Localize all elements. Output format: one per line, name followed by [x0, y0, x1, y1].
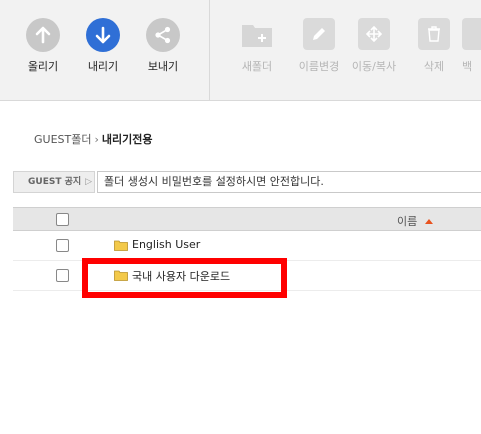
folder-name[interactable]: English User	[132, 238, 200, 251]
notice-arrow-icon: ▷	[85, 177, 93, 187]
breadcrumb-separator: ›	[94, 133, 99, 146]
name-column-label: 이름	[397, 215, 418, 228]
trash-icon	[418, 18, 450, 50]
rename-button[interactable]: 이름변경	[292, 18, 346, 74]
table-row[interactable]: English User	[13, 231, 481, 261]
move-copy-button[interactable]: 이동/복사	[347, 18, 401, 74]
download-button[interactable]: 내리기	[78, 18, 128, 74]
row-checkbox[interactable]	[56, 269, 69, 282]
pencil-icon	[303, 18, 335, 50]
select-all-checkbox[interactable]	[56, 213, 69, 226]
breadcrumb-current: 내리기전용	[101, 133, 153, 146]
backup-icon	[462, 18, 481, 50]
notice-tag: GUEST 공지 ▷	[13, 171, 95, 193]
notice-bar: GUEST 공지 ▷ 폴더 생성시 비밀번호를 설정하시면 안전합니다.	[13, 171, 481, 193]
delete-label: 삭제	[423, 60, 445, 73]
upload-icon	[26, 18, 60, 52]
new-folder-label: 새폴더	[241, 60, 273, 73]
table-header: 이름	[13, 207, 481, 231]
name-column-header[interactable]: 이름	[397, 213, 434, 229]
download-label: 내리기	[87, 60, 119, 73]
send-label: 보내기	[147, 60, 179, 73]
highlight-box	[82, 258, 287, 298]
move-copy-label: 이동/복사	[351, 60, 397, 73]
move-icon	[358, 18, 390, 50]
send-button[interactable]: 보내기	[138, 18, 188, 74]
new-folder-button[interactable]: 새폴더	[230, 18, 284, 74]
delete-button[interactable]: 삭제	[407, 18, 461, 74]
upload-label: 올리기	[27, 60, 59, 73]
backup-label: 백	[462, 60, 473, 73]
breadcrumb: GUEST폴더 › 내리기전용	[34, 131, 152, 147]
notice-message: 폴더 생성시 비밀번호를 설정하시면 안전합니다.	[97, 171, 481, 193]
toolbar: 올리기 내리기 보내기 새폴더 이름변경 이동/복사 삭제 백	[0, 0, 481, 101]
upload-button[interactable]: 올리기	[18, 18, 68, 74]
download-icon	[86, 18, 120, 52]
sort-ascending-icon	[425, 219, 434, 224]
new-folder-icon	[241, 18, 273, 50]
row-checkbox[interactable]	[56, 239, 69, 252]
backup-button[interactable]: 백	[462, 18, 481, 74]
breadcrumb-root[interactable]: GUEST폴더	[34, 133, 91, 146]
folder-icon	[114, 240, 128, 251]
share-icon	[146, 18, 180, 52]
toolbar-divider	[209, 0, 210, 100]
notice-tag-label: GUEST 공지	[28, 177, 82, 187]
rename-label: 이름변경	[298, 60, 340, 73]
